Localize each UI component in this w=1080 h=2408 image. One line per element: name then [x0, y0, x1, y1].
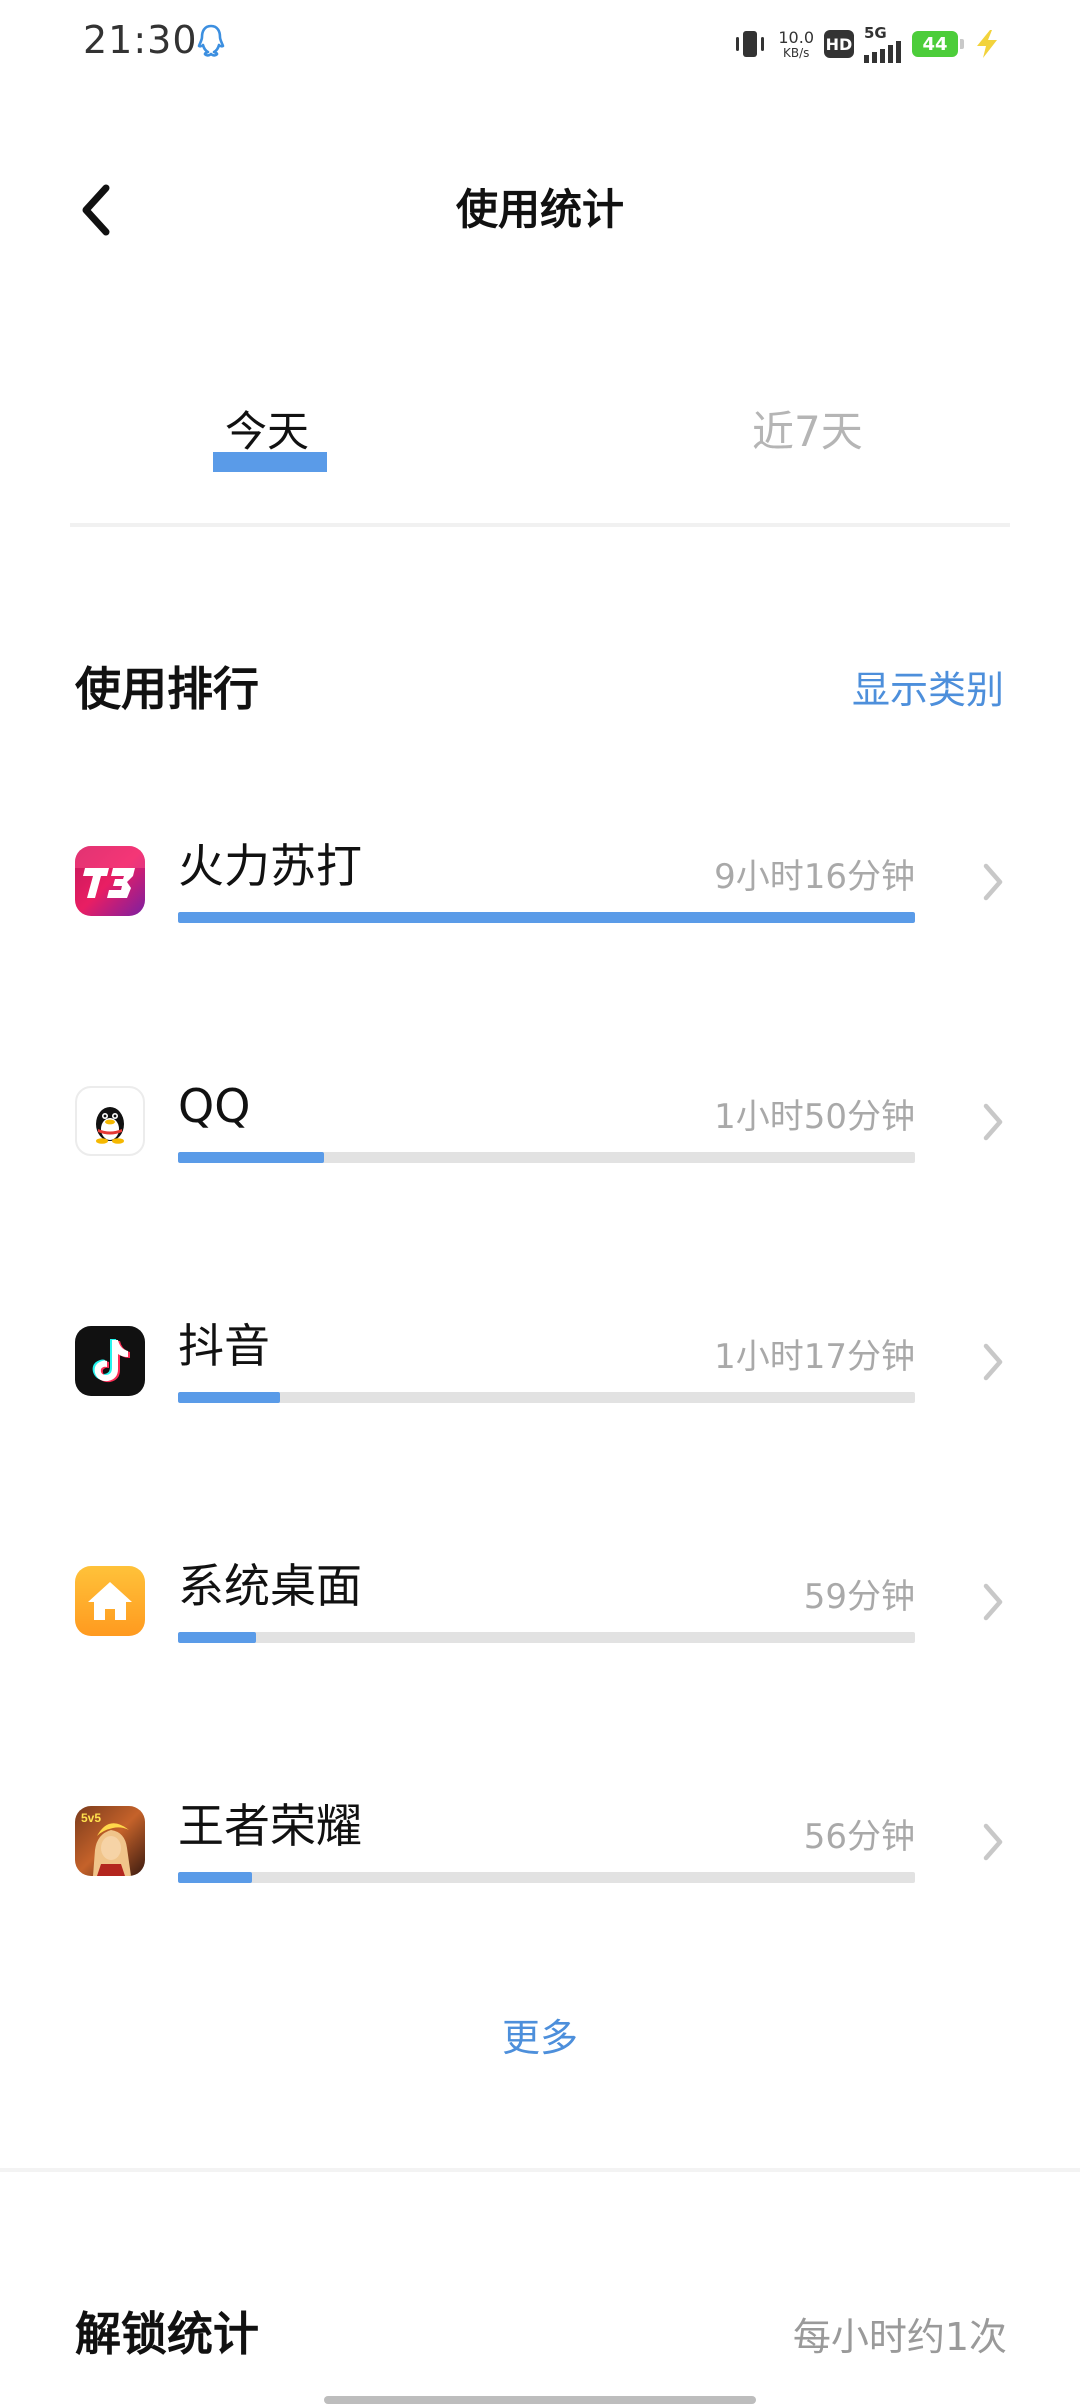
more-button[interactable]: 更多: [0, 2008, 1080, 2068]
app-usage-duration: 56分钟: [803, 1817, 915, 1857]
chevron-right-icon: [983, 1583, 1003, 1621]
unlock-stats-value: 每小时约1次: [792, 2315, 1007, 2359]
chevron-right-icon: [983, 1823, 1003, 1861]
app-usage-item[interactable]: 系统桌面 59分钟: [0, 1559, 1080, 1726]
app-name: 系统桌面: [178, 1559, 362, 1613]
app-usage-item[interactable]: QQ 1小时50分钟: [0, 1079, 1080, 1246]
divider: [70, 523, 1010, 527]
usage-bar-track: [178, 1152, 915, 1163]
status-time: 21:30: [83, 18, 198, 62]
show-category-link[interactable]: 显示类别: [852, 660, 1004, 720]
section-divider: [0, 2168, 1080, 2172]
chevron-right-icon: [983, 1343, 1003, 1381]
usage-bar-fill: [178, 912, 915, 923]
app-usage-duration: 59分钟: [803, 1577, 915, 1617]
tab-last-7-days[interactable]: 近7天: [752, 402, 863, 462]
unlock-stats-title: 解锁统计: [75, 2307, 259, 2361]
chevron-right-icon: [983, 863, 1003, 901]
tab-bar: 今天 近7天: [0, 390, 1080, 520]
t3-game-icon: [75, 846, 145, 916]
home-launcher-icon: [75, 1566, 145, 1636]
app-usage-item[interactable]: 5v5 王者荣耀 56分钟: [0, 1799, 1080, 1966]
app-name: 火力苏打: [178, 839, 362, 893]
svg-text:5v5: 5v5: [81, 1811, 101, 1825]
app-name: QQ: [178, 1079, 251, 1133]
usage-ranking-title: 使用排行: [75, 662, 259, 716]
usage-bar-fill: [178, 1632, 257, 1643]
usage-bar-track: [178, 1872, 915, 1883]
app-usage-item[interactable]: 抖音 1小时17分钟: [0, 1319, 1080, 1486]
network-speed: 10.0 KB/s: [778, 29, 814, 60]
app-name: 抖音: [178, 1319, 270, 1373]
app-usage-duration: 1小时50分钟: [714, 1097, 915, 1137]
signal-strength-icon: [864, 41, 901, 63]
qq-notification-icon: [197, 24, 225, 57]
network-speed-unit: KB/s: [782, 45, 810, 60]
app-name: 王者荣耀: [178, 1799, 362, 1853]
honor-of-kings-icon: 5v5: [75, 1806, 145, 1876]
usage-bar-fill: [178, 1872, 253, 1883]
usage-bar-fill: [178, 1152, 324, 1163]
vibrate-icon: [736, 31, 765, 57]
page-title: 使用统计: [455, 185, 624, 234]
hd-voice-icon: HD: [824, 30, 854, 58]
cellular-indicator: 5G: [864, 25, 902, 63]
usage-bar-track: [178, 912, 915, 923]
charging-bolt-icon: [977, 30, 997, 58]
app-usage-duration: 1小时17分钟: [714, 1337, 915, 1377]
usage-bar-track: [178, 1392, 915, 1403]
status-bar: 21:30 10.0 KB/s HD 5G 44: [0, 0, 1080, 90]
usage-bar-fill: [178, 1392, 281, 1403]
usage-bar-track: [178, 1632, 915, 1643]
tab-today[interactable]: 今天: [225, 402, 309, 462]
app-usage-duration: 9小时16分钟: [714, 857, 915, 897]
chevron-right-icon: [983, 1103, 1003, 1141]
qq-penguin-icon: [75, 1086, 145, 1156]
app-usage-item[interactable]: 火力苏打 9小时16分钟: [0, 839, 1080, 1006]
douyin-icon: [75, 1326, 145, 1396]
network-type-label: 5G: [864, 24, 887, 42]
home-indicator[interactable]: [324, 2396, 756, 2404]
battery-icon: 44: [912, 31, 964, 57]
network-speed-value: 10.0: [778, 27, 814, 47]
